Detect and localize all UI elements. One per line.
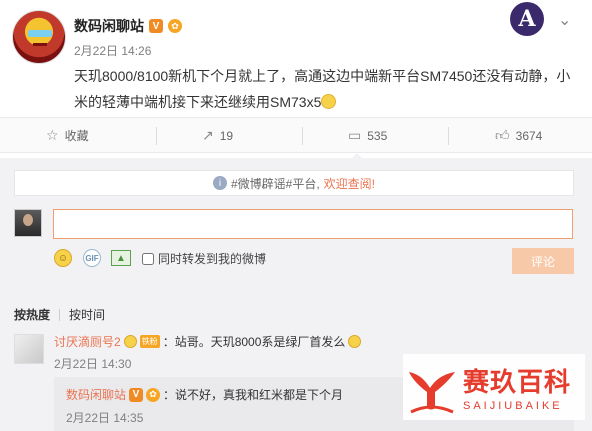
fan-badge: 铁粉: [139, 335, 160, 348]
comment-sort-tabs: 按热度 按时间: [14, 306, 105, 323]
repost-checkbox[interactable]: 同时转发到我的微博: [142, 250, 266, 267]
medal-icon: ✿: [168, 19, 182, 33]
comment-icon: ▭: [348, 127, 362, 143]
post-time[interactable]: 2月22日 14:26: [74, 42, 151, 59]
comment-text: ：站哥。天玑8000系是绿厂首发么: [162, 335, 346, 349]
sort-by-hot-tab[interactable]: 按热度: [14, 306, 50, 323]
post-body: 天玑8000/8100新机下个月就上了，高通这边中端新平台SM7450还没有动静…: [74, 63, 584, 115]
rumor-notice: i #微博辟谣#平台, 欢迎查阅!: [14, 170, 574, 196]
fan-medal-icon: [123, 335, 137, 348]
panel-caret: [350, 153, 364, 160]
watermark-name-cn: 赛玖百科: [463, 367, 572, 397]
image-upload-icon[interactable]: ▲: [111, 250, 131, 266]
comment-count: 535: [367, 128, 388, 143]
watermark: 赛玖百科 SAIJIUBAIKE: [403, 354, 585, 420]
smile-emoji-icon: [321, 94, 337, 109]
repost-count: 19: [219, 128, 234, 143]
favorite-label: 收藏: [64, 129, 89, 143]
repost-icon: ↗: [202, 127, 214, 143]
divider: [448, 127, 449, 145]
avengers-logo-icon: A: [510, 2, 544, 36]
reply-text: ：说不好，真我和红米都是下个月: [163, 388, 344, 402]
reply-time: 2月22日 14:35: [66, 411, 144, 425]
watermark-name-en: SAIJIUBAIKE: [463, 400, 563, 412]
avatar-visor: [28, 30, 52, 37]
gif-icon[interactable]: GIF: [83, 249, 101, 267]
current-user-avatar: [14, 209, 42, 237]
commenter-name[interactable]: 讨厌滴厕号2: [54, 333, 121, 350]
commenter-avatar[interactable]: [14, 334, 44, 364]
watermark-text: 赛玖百科 SAIJIUBAIKE: [463, 362, 571, 412]
whale-tail-logo-icon: [409, 372, 455, 414]
medal-icon: ✿: [146, 387, 161, 402]
favorite-button[interactable]: ☆ 收藏: [46, 118, 89, 153]
author-name[interactable]: 数码闲聊站: [74, 16, 144, 36]
repost-checkbox-input[interactable]: [142, 252, 154, 265]
comment-input[interactable]: [53, 209, 573, 239]
divider: [156, 127, 157, 145]
author-avatar[interactable]: [12, 10, 66, 64]
info-icon: i: [212, 176, 227, 190]
comment-button[interactable]: ▭ 535: [348, 118, 387, 153]
notice-link[interactable]: 欢迎查阅!: [324, 175, 375, 192]
star-icon: ☆: [46, 127, 59, 143]
notice-prefix[interactable]: #微博辟谣#平台,: [231, 175, 320, 192]
like-count: 3674: [515, 128, 543, 143]
thumbs-up-icon: 👍︎: [495, 127, 510, 143]
divider: [302, 127, 303, 145]
repost-button[interactable]: ↗ 19: [202, 118, 233, 153]
reply-line: 数码闲聊站 V ✿ ：说不好，真我和红米都是下个月: [66, 386, 343, 403]
author-row: 数码闲聊站 V ✿: [74, 16, 182, 36]
verified-badge-icon: V: [129, 387, 144, 402]
divider: [59, 308, 61, 321]
verified-badge-icon: V: [149, 19, 163, 33]
like-button[interactable]: 👍︎ 3674: [495, 118, 542, 153]
comment-time: 2月22日 14:30: [54, 357, 132, 371]
emoji-picker-icon[interactable]: ☺: [54, 249, 72, 267]
reply-author-name[interactable]: 数码闲聊站: [66, 386, 126, 403]
avatar-mouth: [33, 43, 47, 46]
chevron-down-icon[interactable]: ⌄: [558, 10, 571, 30]
cat-emoji-icon: [348, 335, 362, 348]
submit-comment-button[interactable]: 评论: [512, 248, 574, 274]
action-bar: ☆ 收藏 ↗ 19 ▭ 535 👍︎ 3674: [0, 117, 592, 153]
repost-checkbox-label: 同时转发到我的微博: [158, 252, 267, 266]
sort-by-time-tab[interactable]: 按时间: [69, 306, 105, 323]
comment-line: 讨厌滴厕号2 铁粉 ：站哥。天玑8000系是绿厂首发么: [54, 333, 362, 350]
